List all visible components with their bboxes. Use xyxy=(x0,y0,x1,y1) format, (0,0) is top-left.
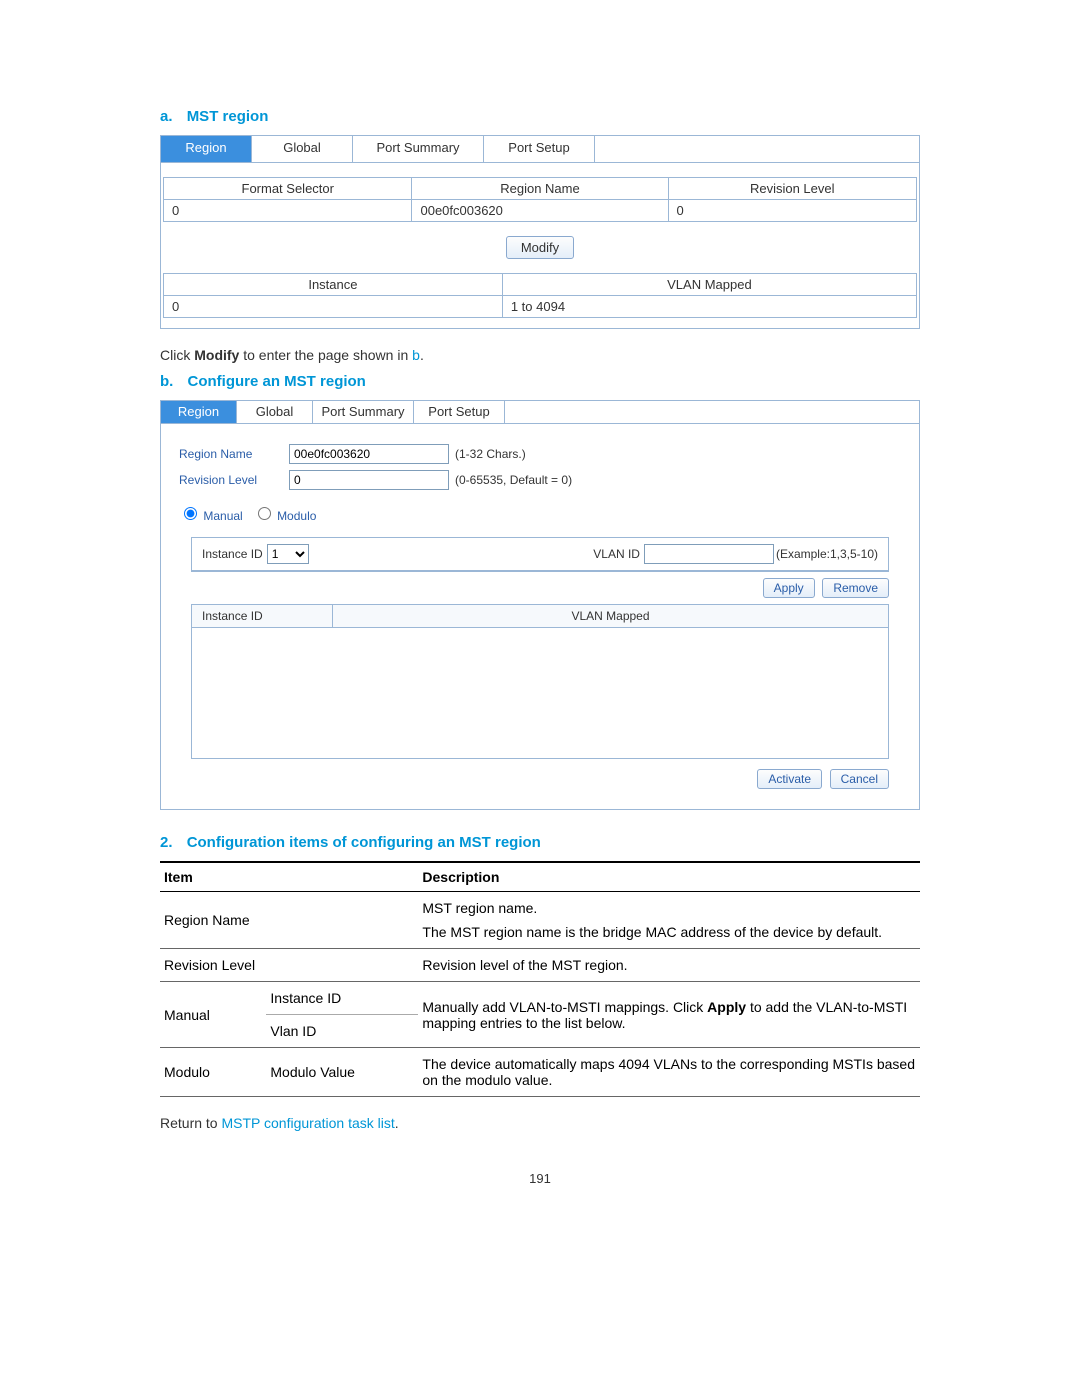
cell-modulo-desc: The device automatically maps 4094 VLANs… xyxy=(418,1048,920,1097)
return-text: Return to MSTP configuration task list. xyxy=(160,1115,920,1131)
section-2-title: Configuration items of configuring an MS… xyxy=(187,834,541,851)
cell-manual-instance-id: Instance ID xyxy=(266,982,418,1015)
instance-id-select[interactable]: 1 xyxy=(267,544,309,564)
cell-format-selector: 0 xyxy=(164,200,412,222)
section-b-title: Configure an MST region xyxy=(188,373,366,390)
cell-region-name-item: Region Name xyxy=(160,892,418,949)
radio-modulo[interactable]: Modulo xyxy=(253,509,317,523)
mst-region-screenshot-b: Region Global Port Summary Port Setup Re… xyxy=(160,400,920,810)
section-2-letter: 2. xyxy=(160,834,173,851)
grid-body xyxy=(192,628,888,758)
tab-port-setup-b[interactable]: Port Setup xyxy=(414,401,505,423)
table-row: Region Name MST region name. The MST reg… xyxy=(160,892,920,949)
page-number: 191 xyxy=(160,1171,920,1186)
col-item: Item xyxy=(160,862,418,892)
col-revision-level: Revision Level xyxy=(668,178,917,200)
cell-region-name-desc: MST region name. The MST region name is … xyxy=(418,892,920,949)
tab-port-summary[interactable]: Port Summary xyxy=(353,136,484,162)
cell-manual-item: Manual xyxy=(160,982,266,1048)
instance-id-label: Instance ID xyxy=(202,547,263,561)
cell-region-name: 00e0fc003620 xyxy=(412,200,668,222)
revision-level-input[interactable] xyxy=(289,470,449,490)
region-name-label: Region Name xyxy=(179,447,289,461)
section-a-letter: a. xyxy=(160,108,173,125)
apply-button[interactable]: Apply xyxy=(763,578,815,598)
vlan-mapped-grid: Instance ID VLAN Mapped xyxy=(191,604,889,759)
config-items-table: Item Description Region Name MST region … xyxy=(160,861,920,1097)
link-b[interactable]: b xyxy=(412,347,420,363)
activate-button[interactable]: Activate xyxy=(757,769,822,789)
vlan-id-input[interactable] xyxy=(644,544,774,564)
format-table: Format Selector Region Name Revision Lev… xyxy=(163,177,917,222)
cell-instance: 0 xyxy=(164,296,503,318)
table-row: Manual Instance ID Manually add VLAN-to-… xyxy=(160,982,920,1015)
radio-manual[interactable]: Manual xyxy=(179,509,243,523)
col-region-name: Region Name xyxy=(412,178,668,200)
cancel-button[interactable]: Cancel xyxy=(830,769,889,789)
table-row: 0 00e0fc003620 0 xyxy=(164,200,917,222)
table-row: 0 1 to 4094 xyxy=(164,296,917,318)
modify-instruction: Click Modify to enter the page shown in … xyxy=(160,347,920,363)
tab-bar-a: Region Global Port Summary Port Setup xyxy=(161,136,919,163)
table-row: Revision Level Revision level of the MST… xyxy=(160,949,920,982)
cell-revision-level: 0 xyxy=(668,200,917,222)
tab-bar-b: Region Global Port Summary Port Setup xyxy=(161,401,919,424)
col-instance: Instance xyxy=(164,274,503,296)
cell-modulo-item: Modulo xyxy=(160,1048,266,1097)
tab-port-setup[interactable]: Port Setup xyxy=(484,136,595,162)
grid-col-instance-id: Instance ID xyxy=(192,605,333,627)
instance-vlan-box: Instance ID 1 VLAN ID (Example:1,3,5-10) xyxy=(191,537,889,572)
tab-global[interactable]: Global xyxy=(252,136,353,162)
section-2-heading: 2. Configuration items of configuring an… xyxy=(160,834,920,851)
mstp-config-link[interactable]: MSTP configuration task list xyxy=(221,1115,394,1131)
cell-revision-level-item: Revision Level xyxy=(160,949,418,982)
tab-region[interactable]: Region xyxy=(161,136,252,162)
region-name-input[interactable] xyxy=(289,444,449,464)
vlan-id-label: VLAN ID xyxy=(593,547,640,561)
section-b-heading: b. Configure an MST region xyxy=(160,373,920,390)
revision-level-label: Revision Level xyxy=(179,473,289,487)
cell-revision-level-desc: Revision level of the MST region. xyxy=(418,949,920,982)
col-format-selector: Format Selector xyxy=(164,178,412,200)
cell-manual-vlan-id: Vlan ID xyxy=(266,1015,418,1048)
section-b-letter: b. xyxy=(160,373,173,390)
instance-table: Instance VLAN Mapped 0 1 to 4094 xyxy=(163,273,917,318)
cell-vlan-mapped: 1 to 4094 xyxy=(502,296,916,318)
section-a-heading: a. MST region xyxy=(160,108,920,125)
mst-region-screenshot-a: Region Global Port Summary Port Setup Fo… xyxy=(160,135,920,329)
section-a-title: MST region xyxy=(187,108,269,125)
revision-level-hint: (0-65535, Default = 0) xyxy=(455,473,572,487)
cell-manual-desc: Manually add VLAN-to-MSTI mappings. Clic… xyxy=(418,982,920,1048)
tab-port-summary-b[interactable]: Port Summary xyxy=(313,401,414,423)
modify-button[interactable]: Modify xyxy=(506,236,574,259)
col-description: Description xyxy=(418,862,920,892)
tab-global-b[interactable]: Global xyxy=(237,401,313,423)
tab-region-b[interactable]: Region xyxy=(161,401,237,423)
region-name-hint: (1-32 Chars.) xyxy=(455,447,526,461)
vlan-id-hint: (Example:1,3,5-10) xyxy=(776,547,878,561)
remove-button[interactable]: Remove xyxy=(822,578,889,598)
grid-col-vlan-mapped: VLAN Mapped xyxy=(333,605,888,627)
cell-modulo-value: Modulo Value xyxy=(266,1048,418,1097)
col-vlan-mapped: VLAN Mapped xyxy=(502,274,916,296)
table-row: Modulo Modulo Value The device automatic… xyxy=(160,1048,920,1097)
